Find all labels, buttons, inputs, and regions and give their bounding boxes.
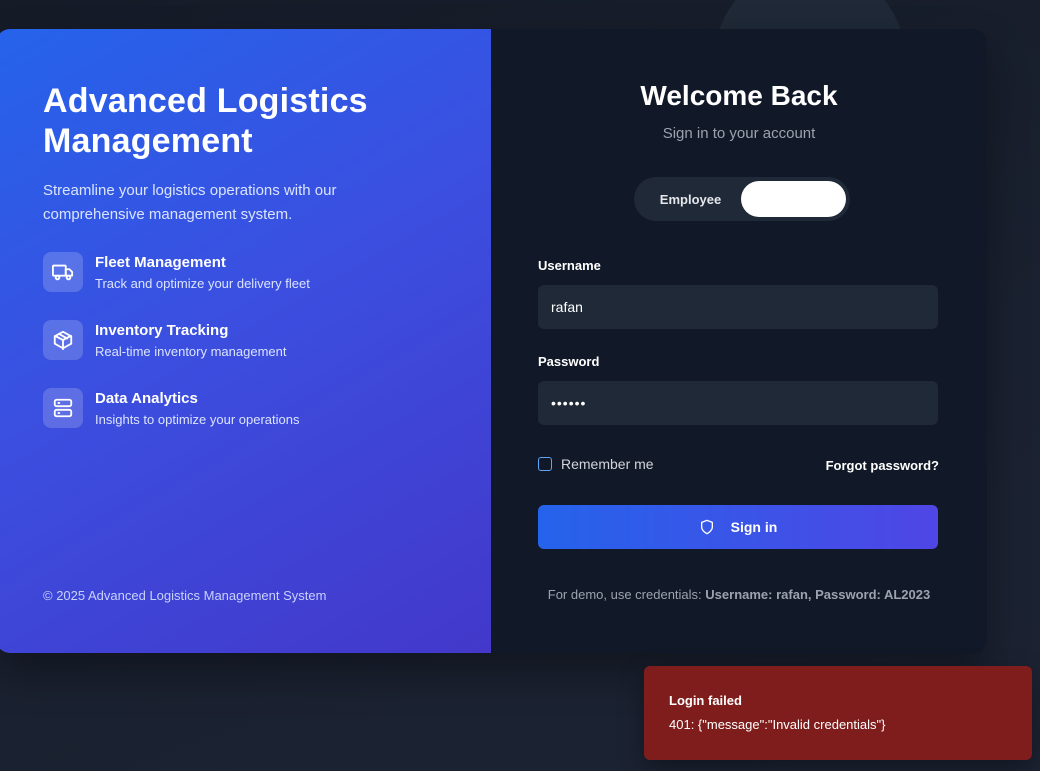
forgot-password-link[interactable]: Forgot password?	[826, 458, 939, 473]
shield-icon	[700, 519, 713, 535]
password-field[interactable]: ••••••	[538, 381, 938, 425]
login-panel: Welcome Back Sign in to your account Emp…	[491, 29, 987, 653]
password-label: Password	[538, 354, 600, 369]
role-option-selected[interactable]	[741, 181, 846, 217]
role-option-employee[interactable]: Employee	[638, 181, 743, 217]
feature-subtitle: Real-time inventory management	[95, 344, 287, 359]
feature-item-fleet: Fleet Management Track and optimize your…	[43, 252, 491, 293]
feature-title: Data Analytics	[95, 390, 198, 407]
brand-panel: Advanced Logistics Management Streamline…	[0, 29, 491, 653]
server-icon	[43, 388, 83, 428]
copyright-text: © 2025 Advanced Logistics Management Sys…	[43, 588, 327, 603]
remember-me[interactable]: Remember me	[538, 456, 654, 472]
remember-label: Remember me	[561, 456, 654, 472]
truck-icon	[43, 252, 83, 292]
feature-subtitle: Insights to optimize your operations	[95, 412, 300, 427]
feature-item-analytics: Data Analytics Insights to optimize your…	[43, 388, 491, 429]
feature-item-inventory: Inventory Tracking Real-time inventory m…	[43, 320, 491, 361]
remember-checkbox[interactable]	[538, 457, 552, 471]
role-toggle: Employee	[634, 177, 850, 221]
feature-list: Fleet Management Track and optimize your…	[43, 252, 491, 429]
demo-prefix: For demo, use credentials:	[547, 587, 706, 602]
page-title: Welcome Back	[640, 80, 838, 111]
brand-title: Advanced Logistics Management	[43, 82, 368, 160]
feature-title: Inventory Tracking	[95, 322, 229, 339]
username-label: Username	[538, 258, 601, 273]
toast-title: Login failed	[669, 693, 742, 708]
demo-credentials-note: For demo, use credentials: Username: raf…	[491, 587, 987, 602]
demo-credentials: Username: rafan, Password: AL2023	[705, 587, 931, 602]
feature-title: Fleet Management	[95, 254, 226, 271]
feature-subtitle: Track and optimize your delivery fleet	[95, 276, 310, 291]
brand-description: Streamline your logistics operations wit…	[43, 182, 337, 223]
package-icon	[43, 320, 83, 360]
username-field[interactable]: rafan	[538, 285, 938, 329]
sign-in-button[interactable]: Sign in	[538, 505, 938, 549]
page-subtitle: Sign in to your account	[662, 125, 816, 142]
toast-message: 401: {"message":"Invalid credentials"}	[669, 717, 886, 732]
login-card: Advanced Logistics Management Streamline…	[0, 29, 987, 653]
sign-in-label: Sign in	[730, 519, 778, 535]
error-toast[interactable]: Login failed 401: {"message":"Invalid cr…	[644, 666, 1032, 760]
